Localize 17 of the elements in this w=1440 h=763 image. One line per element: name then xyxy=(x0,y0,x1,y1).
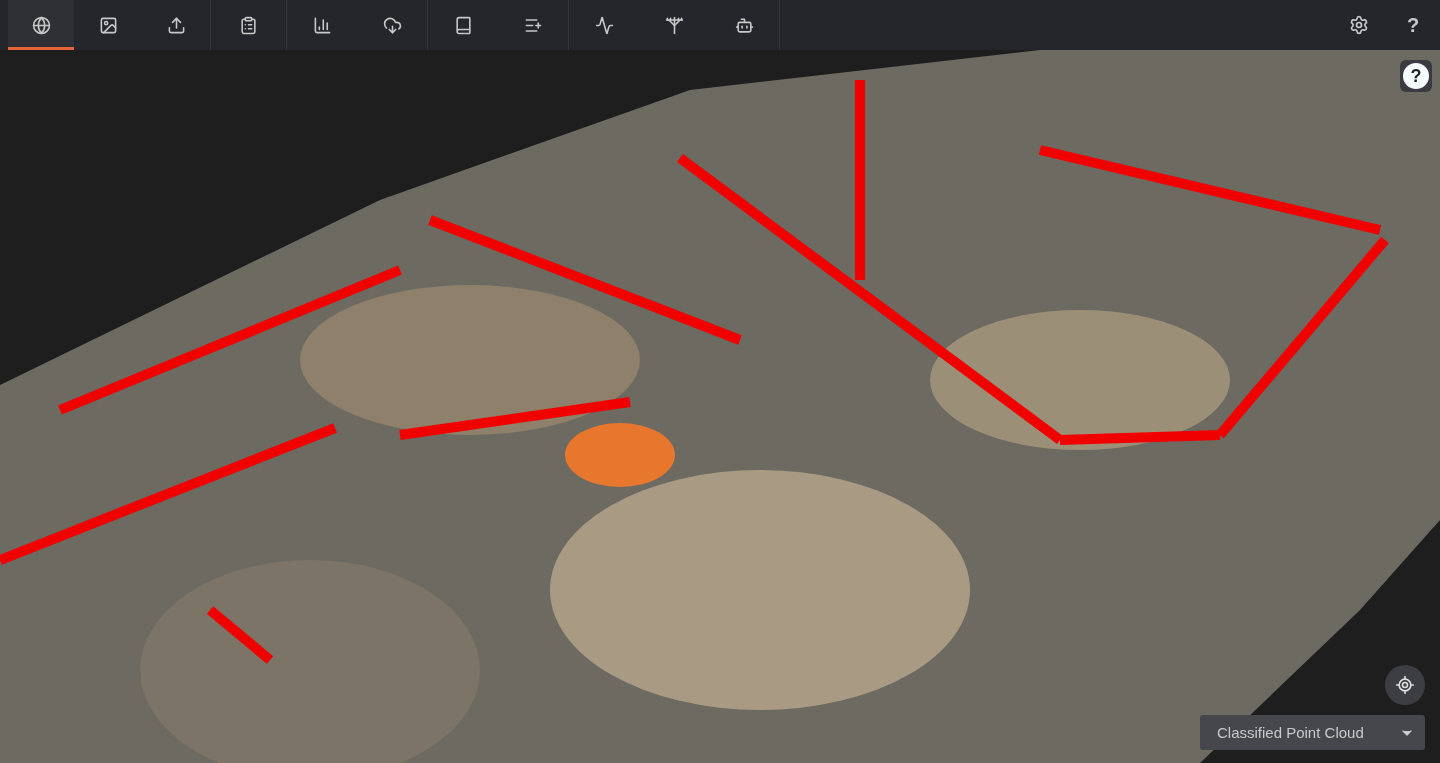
bar-chart-icon xyxy=(312,15,332,35)
help-button[interactable]: ? xyxy=(1400,60,1432,92)
locate-button[interactable] xyxy=(1385,665,1425,705)
help-button[interactable]: ? xyxy=(1386,0,1440,50)
locate-icon xyxy=(1395,675,1415,695)
upload-icon xyxy=(166,15,186,35)
globe-icon xyxy=(31,15,51,35)
image-icon xyxy=(98,15,118,35)
layer-select[interactable]: Classified Point Cloud xyxy=(1200,715,1425,750)
utility-pole-icon xyxy=(664,15,684,35)
book-icon xyxy=(453,15,473,35)
toolbar-tool[interactable] xyxy=(8,0,74,50)
robot-icon xyxy=(734,15,754,35)
cloud-download-icon xyxy=(382,15,402,35)
settings-icon xyxy=(1349,15,1369,35)
clipboard-icon xyxy=(239,15,258,35)
line-chart-icon xyxy=(594,15,614,35)
